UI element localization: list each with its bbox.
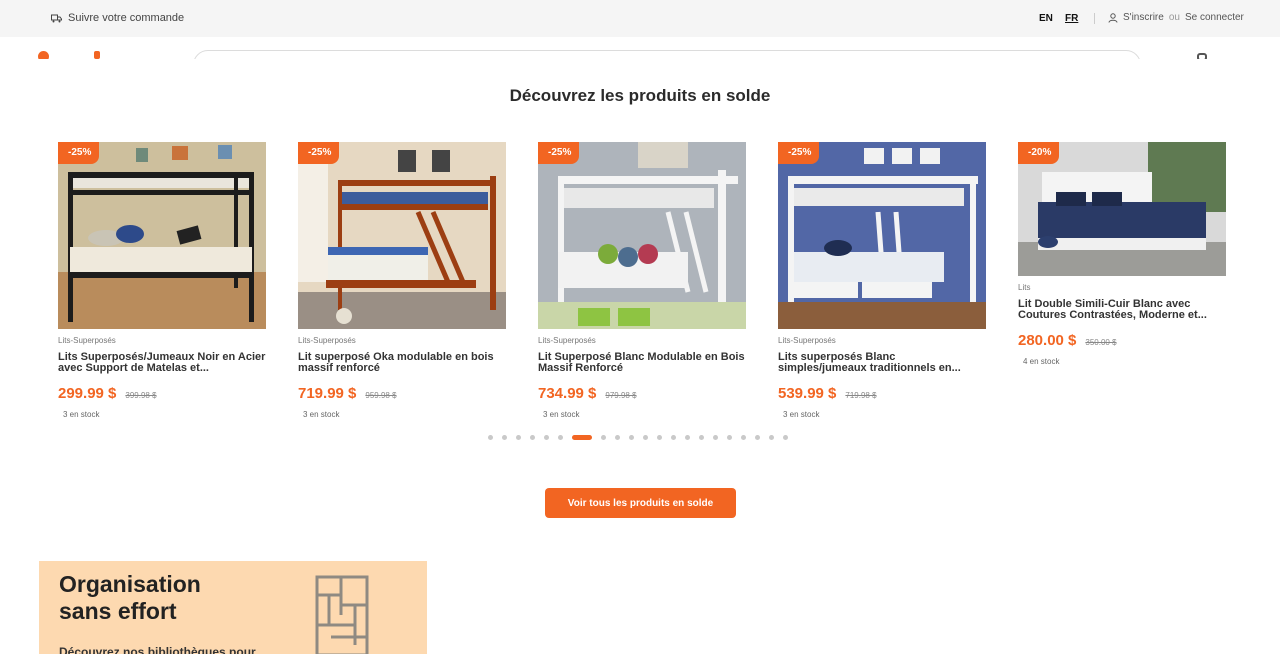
product-image[interactable]: -25% (778, 142, 986, 329)
sale-price: 539.99 $ (778, 385, 837, 402)
cart-icon[interactable] (1197, 53, 1207, 59)
product-card[interactable]: -25% Lits-Superposés Lit superposé Oka m… (298, 142, 506, 419)
product-category: Lits-Superposés (58, 336, 116, 345)
logo-mark (94, 51, 100, 59)
original-price: 979.98 $ (605, 391, 637, 400)
carousel-dot[interactable] (783, 435, 788, 440)
carousel-dot[interactable] (713, 435, 718, 440)
divider (1094, 13, 1095, 24)
stock-status: 4 en stock (1023, 357, 1060, 366)
carousel-dot[interactable] (769, 435, 774, 440)
price-row: 539.99 $ 719.98 $ (778, 385, 986, 402)
search-input[interactable] (193, 50, 1141, 59)
stock-status: 3 en stock (303, 410, 340, 419)
stock-status: 3 en stock (783, 410, 820, 419)
sale-price: 719.99 $ (298, 385, 357, 402)
bookshelf-image (315, 575, 369, 654)
stock-status: 3 en stock (543, 410, 580, 419)
product-card[interactable]: -25% Lits-Superposés Lits Superposés/Jum… (58, 142, 266, 419)
product-name[interactable]: Lit superposé Oka modulable en bois mass… (298, 352, 506, 374)
bunk-bed-image (58, 142, 266, 329)
stock-status: 3 en stock (63, 410, 100, 419)
lang-fr-button[interactable]: FR (1065, 13, 1078, 24)
product-name[interactable]: Lits Superposés/Jumeaux Noir en Acier av… (58, 352, 266, 374)
truck-icon (51, 14, 62, 22)
product-image[interactable]: -25% (538, 142, 746, 329)
product-image[interactable]: -25% (58, 142, 266, 329)
price-row: 280.00 $ 350.00 $ (1018, 332, 1226, 349)
product-name[interactable]: Lit Superposé Blanc Modulable en Bois Ma… (538, 352, 746, 374)
login-link[interactable]: Se connecter (1185, 12, 1244, 23)
carousel-dot[interactable] (544, 435, 549, 440)
price-row: 719.99 $ 959.98 $ (298, 385, 506, 402)
lang-en-button[interactable]: EN (1039, 13, 1053, 24)
carousel-dot[interactable] (488, 435, 493, 440)
carousel-dot[interactable] (643, 435, 648, 440)
carousel-dot[interactable] (502, 435, 507, 440)
carousel-dot[interactable] (530, 435, 535, 440)
carousel-dot[interactable] (516, 435, 521, 440)
product-category: Lits-Superposés (298, 336, 356, 345)
carousel-dot[interactable] (601, 435, 606, 440)
product-name[interactable]: Lit Double Simili-Cuir Blanc avec Coutur… (1018, 299, 1226, 321)
carousel-dot[interactable] (699, 435, 704, 440)
carousel-pagination (488, 435, 788, 440)
top-bar: Suivre votre commande EN FR S'inscrire o… (0, 0, 1280, 37)
carousel-dot[interactable] (657, 435, 662, 440)
carousel-dot[interactable] (615, 435, 620, 440)
carousel-dot[interactable] (685, 435, 690, 440)
price-row: 734.99 $ 979.98 $ (538, 385, 746, 402)
sale-price: 280.00 $ (1018, 332, 1077, 349)
signup-link[interactable]: S'inscrire (1123, 12, 1164, 23)
original-price: 719.98 $ (845, 391, 877, 400)
promo-banner[interactable]: Organisation sans effort Découvrez nos b… (39, 561, 427, 654)
account-links: S'inscrire ou Se connecter (1108, 12, 1244, 23)
or-text: ou (1168, 12, 1180, 23)
carousel-dot[interactable] (629, 435, 634, 440)
track-order-link[interactable]: Suivre votre commande (51, 12, 184, 24)
product-card[interactable]: -25% Lits-Superposés Lit Superposé Blanc… (538, 142, 746, 419)
discount-badge: -25% (298, 142, 340, 164)
user-icon (1108, 12, 1118, 23)
product-category: Lits-Superposés (538, 336, 596, 345)
discount-badge: -20% (1018, 142, 1060, 164)
price-row: 299.99 $ 399.98 $ (58, 385, 266, 402)
product-image[interactable]: -20% (1018, 142, 1226, 276)
discount-badge: -25% (58, 142, 100, 164)
bunk-bed-image (298, 142, 506, 329)
original-price: 959.98 $ (365, 391, 397, 400)
bunk-bed-image (538, 142, 746, 329)
carousel-dot-active[interactable] (572, 435, 592, 440)
product-category: Lits (1018, 283, 1031, 292)
carousel-dot[interactable] (558, 435, 563, 440)
track-order-label: Suivre votre commande (68, 12, 185, 24)
original-price: 350.00 $ (1085, 338, 1117, 347)
main-header (0, 37, 1280, 59)
promo-title: Organisation sans effort (59, 571, 201, 624)
view-all-sale-button[interactable]: Voir tous les produits en solde (545, 488, 736, 518)
bunk-bed-image (778, 142, 986, 329)
carousel-dot[interactable] (755, 435, 760, 440)
product-card[interactable]: -25% Lits-Superposés Lits superposés Bla… (778, 142, 986, 419)
carousel-dot[interactable] (671, 435, 676, 440)
product-category: Lits-Superposés (778, 336, 836, 345)
sale-price: 299.99 $ (58, 385, 117, 402)
promo-subtitle: Découvrez nos bibliothèques pour (59, 645, 256, 654)
product-card[interactable]: -20% Lits Lit Double Simili-Cuir Blanc a… (1018, 142, 1226, 366)
carousel-dot[interactable] (741, 435, 746, 440)
discount-badge: -25% (778, 142, 820, 164)
product-name[interactable]: Lits superposés Blanc simples/jumeaux tr… (778, 352, 986, 374)
logo[interactable] (38, 51, 49, 59)
carousel-dot[interactable] (727, 435, 732, 440)
original-price: 399.98 $ (125, 391, 157, 400)
sale-price: 734.99 $ (538, 385, 597, 402)
sale-section-title: Découvrez les produits en solde (509, 86, 771, 105)
discount-badge: -25% (538, 142, 580, 164)
product-image[interactable]: -25% (298, 142, 506, 329)
